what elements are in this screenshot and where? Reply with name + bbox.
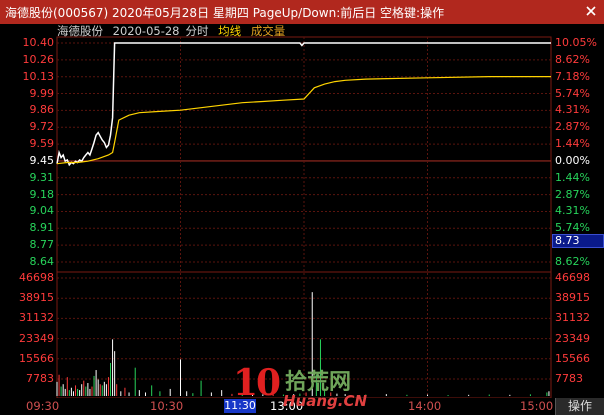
percent-tick-label: 8.62% (555, 255, 590, 268)
time-label-1500: 15:00 (520, 399, 554, 413)
percent-tick-label: 8.62% (555, 52, 590, 66)
time-scroll-thumb[interactable]: 11:30 (224, 399, 256, 413)
volume-tick-label: 23349 (19, 331, 54, 345)
price-tick-label: 10.26 (22, 52, 55, 66)
volume-tick-label: 46698 (555, 271, 590, 284)
time-label-1030: 10:30 (150, 399, 184, 413)
price-tick-label: 9.04 (29, 204, 55, 218)
price-tick-label: 9.99 (29, 86, 55, 100)
volume-tick-label: 38915 (19, 291, 54, 305)
price-tick-label: 8.77 (29, 238, 55, 252)
time-label-1400: 14:00 (408, 399, 442, 413)
price-tick-label: 9.45 (29, 153, 55, 167)
current-price-marker: 8.73 (552, 234, 604, 248)
volume-tick-label: 15566 (19, 351, 54, 365)
price-tick-label: 8.91 (29, 221, 55, 235)
percent-tick-label: 0.00% (555, 153, 590, 167)
volume-tick-label: 31132 (555, 311, 590, 325)
operate-button[interactable]: 操作 (555, 398, 604, 415)
price-tick-label: 10.40 (22, 36, 55, 49)
price-tick-label: 9.72 (29, 120, 55, 134)
price-tick-label: 8.64 (29, 255, 55, 268)
percent-tick-label: 7.18% (555, 69, 590, 83)
volume-tick-label: 7783 (26, 372, 54, 385)
price-tick-label: 9.59 (29, 137, 55, 151)
price-tick-label: 10.13 (22, 69, 55, 83)
percent-tick-label: 5.74% (555, 86, 590, 100)
volume-tick-label: 23349 (555, 331, 590, 345)
price-tick-label: 9.86 (29, 103, 55, 117)
percent-tick-label: 5.74% (555, 221, 590, 235)
intraday-chart (56, 36, 552, 399)
percent-tick-label: 1.44% (555, 137, 590, 151)
volume-tick-label: 7783 (555, 372, 583, 385)
percent-tick-label: 2.87% (555, 187, 590, 201)
volume-tick-label: 31132 (19, 311, 54, 325)
volume-tick-label: 46698 (19, 271, 54, 284)
percent-tick-label: 2.87% (555, 120, 590, 134)
volume-tick-label: 15566 (555, 351, 590, 365)
volume-bars (56, 292, 550, 396)
chart-grid (56, 36, 552, 399)
time-label-0930: 09:30 (26, 399, 60, 413)
volume-tick-label: 38915 (555, 291, 590, 305)
percent-tick-label: 1.44% (555, 170, 590, 184)
price-tick-label: 9.18 (29, 187, 55, 201)
price-tick-label: 9.31 (29, 170, 55, 184)
percent-tick-label: 4.31% (555, 204, 590, 218)
percent-tick-label: 10.05% (555, 36, 597, 49)
time-label-1300: 13:00 (270, 399, 304, 413)
percent-tick-label: 4.31% (555, 103, 590, 117)
